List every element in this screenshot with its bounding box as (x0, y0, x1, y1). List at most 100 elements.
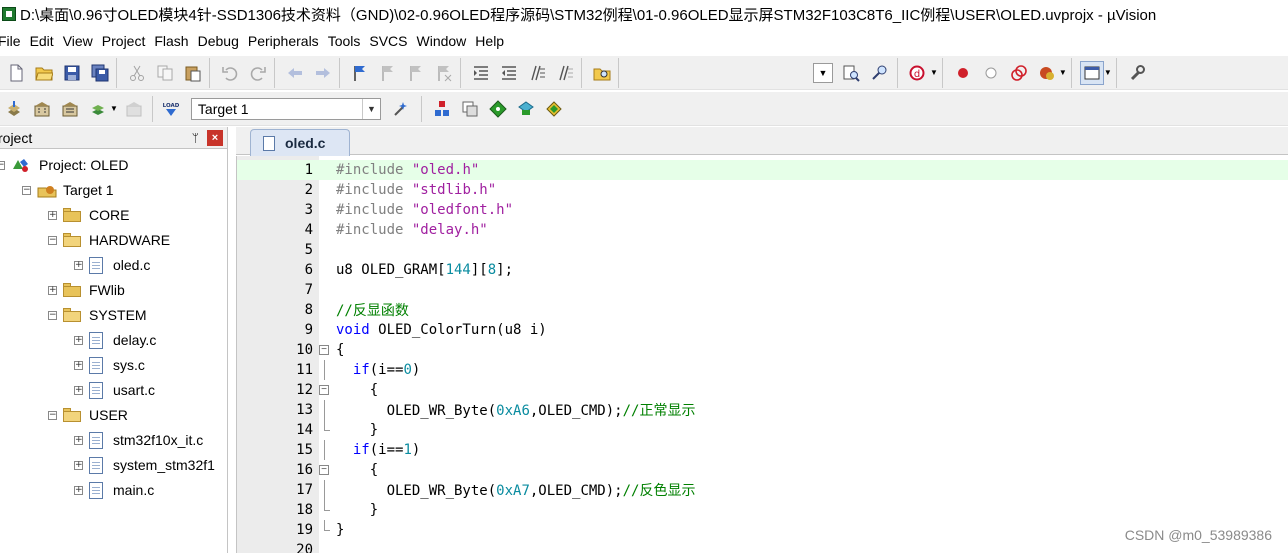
debug-session-icon[interactable]: d (906, 61, 930, 85)
tree-file-usart[interactable]: + usart.c (74, 379, 155, 401)
download-icon[interactable]: LOAD (159, 97, 183, 121)
debug-dropdown-arrow[interactable]: ▼ (930, 68, 938, 77)
expand-toggle-icon[interactable]: + (74, 360, 83, 370)
menu-tools[interactable]: Tools (328, 33, 370, 49)
code-line[interactable]: 1 #include "oled.h" (237, 160, 1288, 180)
fold-collapse-icon[interactable]: − (319, 385, 329, 395)
kill-all-breakpoints-icon[interactable] (1035, 61, 1059, 85)
translate-icon[interactable] (2, 97, 26, 121)
code-line[interactable]: 8 //反显函数 (237, 300, 1288, 320)
fold-collapse-icon[interactable]: − (319, 345, 329, 355)
menu-project[interactable]: Project (102, 33, 155, 49)
navigate-back-icon[interactable] (283, 61, 307, 85)
tree-group-fwlib[interactable]: + FWlib (48, 279, 125, 301)
tree-group-user[interactable]: − USER (48, 404, 128, 426)
incremental-find-icon[interactable] (867, 61, 891, 85)
stop-build-icon[interactable] (122, 97, 146, 121)
menu-window[interactable]: Window (417, 33, 476, 49)
uncomment-selection-icon[interactable] (553, 61, 577, 85)
code-line[interactable]: 13 OLED_WR_Byte(0xA6,OLED_CMD);//正常显示 (237, 400, 1288, 420)
find-combo-dropdown[interactable]: ▼ (813, 62, 833, 83)
tree-group-core[interactable]: + CORE (48, 204, 129, 226)
menu-flash[interactable]: Flash (154, 33, 197, 49)
copy-icon[interactable] (153, 61, 177, 85)
build-icon[interactable] (30, 97, 54, 121)
indent-icon[interactable] (469, 61, 493, 85)
menu-debug[interactable]: Debug (198, 33, 248, 49)
window-layout-dropdown-arrow[interactable]: ▼ (1104, 68, 1112, 77)
code-line[interactable]: 16 − { (237, 460, 1288, 480)
code-line[interactable]: 10 − { (237, 340, 1288, 360)
target-select[interactable]: Target 1 ▼ (190, 97, 381, 120)
pin-icon[interactable]: ᛘ (192, 131, 199, 145)
cut-icon[interactable] (125, 61, 149, 85)
expand-toggle-icon[interactable]: + (74, 335, 83, 345)
comment-selection-icon[interactable] (525, 61, 549, 85)
expand-toggle-icon[interactable]: + (48, 285, 57, 295)
window-layout-icon[interactable] (1079, 60, 1104, 85)
collapse-toggle-icon[interactable]: − (48, 235, 57, 245)
tree-file-stm32-it[interactable]: + stm32f10x_it.c (74, 429, 203, 451)
batch-dropdown-arrow[interactable]: ▼ (110, 104, 118, 113)
pack-installer-icon[interactable] (514, 97, 538, 121)
code-line[interactable]: 18 } (237, 500, 1288, 520)
code-line[interactable]: 14 } (237, 420, 1288, 440)
code-line[interactable]: 12 − { (237, 380, 1288, 400)
collapse-toggle-icon[interactable]: − (0, 160, 5, 170)
rebuild-icon[interactable] (58, 97, 82, 121)
tree-file-system-stm32[interactable]: + system_stm32f1 (74, 454, 215, 476)
insert-breakpoint-icon[interactable] (951, 61, 975, 85)
new-file-icon[interactable] (4, 61, 28, 85)
manage-project-items-icon[interactable] (430, 97, 454, 121)
clear-bookmarks-icon[interactable] (432, 61, 456, 85)
find-in-files-icon[interactable] (590, 61, 614, 85)
menu-edit[interactable]: Edit (30, 33, 63, 49)
code-line[interactable]: 6 u8 OLED_GRAM[144][8]; (237, 260, 1288, 280)
collapse-toggle-icon[interactable]: − (48, 410, 57, 420)
configure-wrench-icon[interactable] (1125, 61, 1149, 85)
menu-view[interactable]: View (63, 33, 102, 49)
breakpoint-dropdown-arrow[interactable]: ▼ (1059, 68, 1067, 77)
expand-toggle-icon[interactable]: + (74, 435, 83, 445)
tree-file-main[interactable]: + main.c (74, 479, 154, 501)
expand-toggle-icon[interactable]: + (74, 485, 83, 495)
tree-target-node[interactable]: − Target 1 (22, 179, 114, 201)
open-folder-icon[interactable] (32, 61, 56, 85)
code-line[interactable]: 9 void OLED_ColorTurn(u8 i) (237, 320, 1288, 340)
expand-toggle-icon[interactable]: + (48, 210, 57, 220)
find-icon[interactable] (839, 61, 863, 85)
green-diamond-icon[interactable] (486, 97, 510, 121)
runtime-environment-icon[interactable] (542, 97, 566, 121)
code-line[interactable]: 3 #include "oledfont.h" (237, 200, 1288, 220)
tab-oled-c[interactable]: oled.c (250, 129, 350, 156)
fold-collapse-icon[interactable]: − (319, 465, 329, 475)
code-line[interactable]: 2 #include "stdlib.h" (237, 180, 1288, 200)
next-bookmark-icon[interactable] (404, 61, 428, 85)
bookmark-icon[interactable] (348, 61, 372, 85)
menu-svcs[interactable]: SVCS (369, 33, 416, 49)
redo-icon[interactable] (246, 61, 270, 85)
disable-all-breakpoints-icon[interactable] (1007, 61, 1031, 85)
save-all-icon[interactable] (88, 61, 112, 85)
tree-project-node[interactable]: − Project: OLED (0, 154, 128, 176)
menu-peripherals[interactable]: Peripherals (248, 33, 328, 49)
menu-file[interactable]: File (0, 33, 30, 49)
code-line[interactable]: 4 #include "delay.h" (237, 220, 1288, 240)
tree-file-oled[interactable]: + oled.c (74, 254, 150, 276)
disable-breakpoint-icon[interactable] (979, 61, 1003, 85)
menu-help[interactable]: Help (475, 33, 513, 49)
tree-group-hardware[interactable]: − HARDWARE (48, 229, 170, 251)
code-line[interactable]: 17 OLED_WR_Byte(0xA7,OLED_CMD);//反色显示 (237, 480, 1288, 500)
collapse-toggle-icon[interactable]: − (48, 310, 57, 320)
collapse-toggle-icon[interactable]: − (22, 185, 31, 195)
tree-file-delay[interactable]: + delay.c (74, 329, 156, 351)
code-line[interactable]: 15 if(i==1) (237, 440, 1288, 460)
code-line[interactable]: 11 if(i==0) (237, 360, 1288, 380)
expand-toggle-icon[interactable]: + (74, 260, 83, 270)
batch-build-icon[interactable] (86, 97, 110, 121)
file-extensions-icon[interactable] (458, 97, 482, 121)
paste-icon[interactable] (181, 61, 205, 85)
expand-toggle-icon[interactable]: + (74, 460, 83, 470)
save-icon[interactable] (60, 61, 84, 85)
prev-bookmark-icon[interactable] (376, 61, 400, 85)
